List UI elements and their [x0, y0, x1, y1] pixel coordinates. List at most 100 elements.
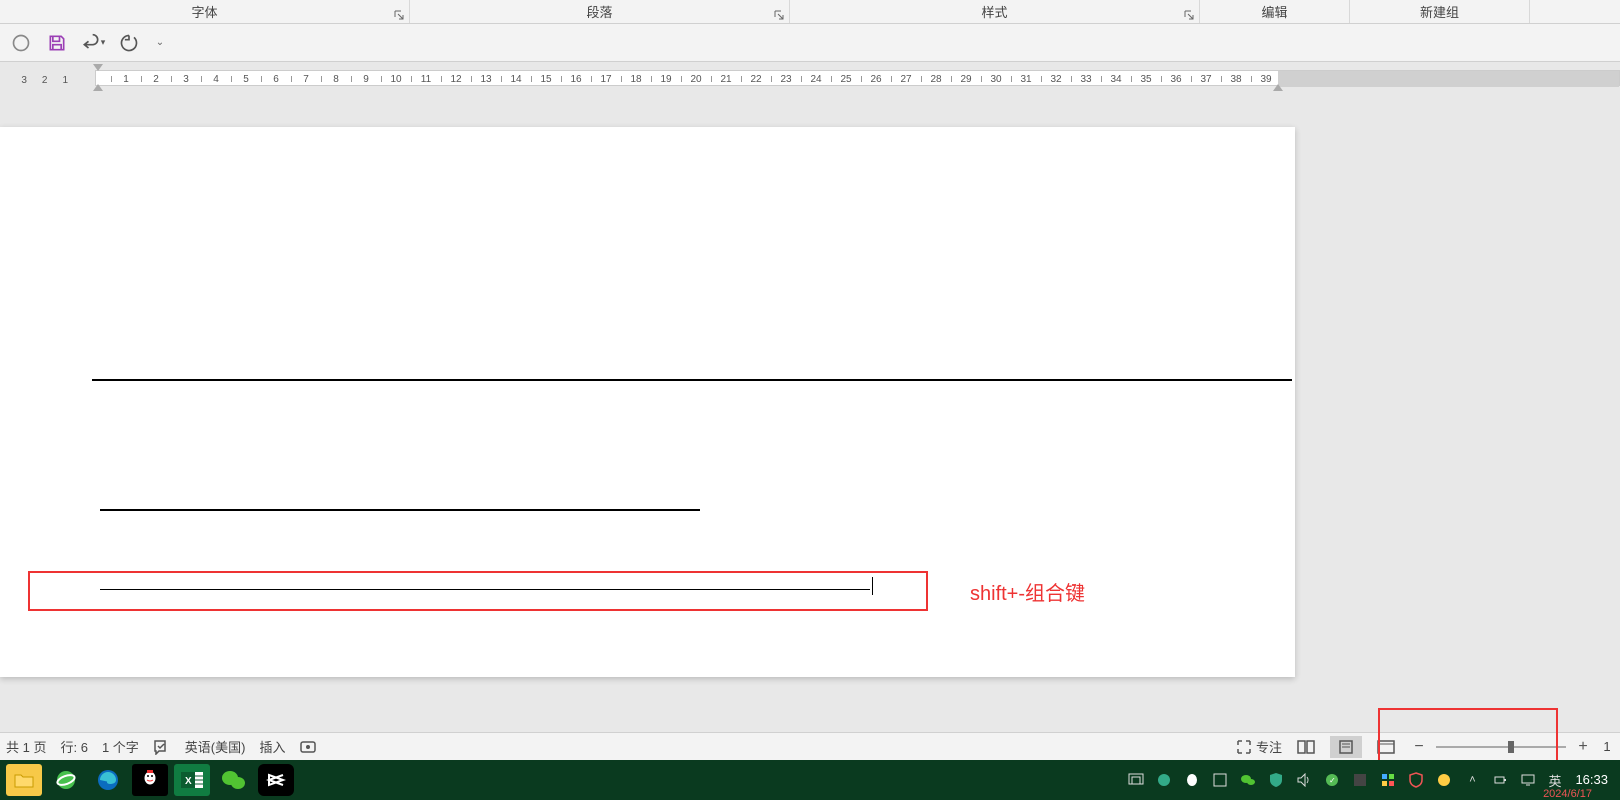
undo-icon	[81, 33, 101, 53]
tray-icon-1[interactable]	[1152, 768, 1176, 792]
ruler-tick: 4	[216, 71, 222, 87]
left-indent-marker[interactable]	[93, 84, 103, 91]
ruler-tick: 2	[156, 71, 162, 87]
tray-security-icon[interactable]	[1264, 768, 1288, 792]
ruler-inactive-region	[1278, 71, 1619, 87]
ruler-tick: 13	[486, 71, 497, 87]
annotation-highlight-box-zoom	[1378, 708, 1558, 768]
ruler-tick: 21	[726, 71, 737, 87]
tray-chevron-up-icon[interactable]: ˄	[1460, 768, 1484, 792]
tray-desktop-icon[interactable]	[1124, 768, 1148, 792]
ruler-tick: 36	[1176, 71, 1187, 87]
zoom-percent-label[interactable]: 1	[1600, 739, 1614, 754]
focus-mode-button[interactable]: 专注	[1236, 737, 1282, 756]
ruler-tick: 22	[756, 71, 767, 87]
excel-icon[interactable]: X	[174, 764, 210, 796]
ribbon-group-paragraph: 段落	[410, 0, 790, 23]
paragraph-dialog-launcher-icon[interactable]	[773, 9, 785, 21]
ruler-tick: 18	[636, 71, 647, 87]
svg-text:✓: ✓	[1329, 776, 1336, 785]
first-line-indent-marker[interactable]	[93, 64, 103, 71]
status-language[interactable]: 英语(美国)	[185, 737, 246, 756]
chevron-down-icon: ⌄	[156, 37, 164, 48]
ruler-tick: 14	[516, 71, 527, 87]
right-indent-marker[interactable]	[1273, 84, 1283, 91]
ruler-tick: 27	[906, 71, 917, 87]
tray-defender-icon[interactable]	[1404, 768, 1428, 792]
ruler-tick: 17	[606, 71, 617, 87]
status-line-number[interactable]: 行: 6	[60, 737, 87, 756]
qat-customize-button[interactable]: ⌄	[150, 28, 170, 58]
ruler-tick: 33	[1086, 71, 1097, 87]
ribbon-group-style: 样式	[790, 0, 1200, 23]
horizontal-rule-line	[92, 379, 1292, 381]
ribbon-group-label: 样式	[981, 2, 1007, 21]
wechat-icon[interactable]	[216, 764, 252, 796]
ruler-tick: 38	[1236, 71, 1247, 87]
svg-text:X: X	[185, 776, 192, 787]
ruler-tick: 30	[996, 71, 1007, 87]
ruler-tick: 10	[396, 71, 407, 87]
undo-button[interactable]: ▾	[78, 28, 108, 58]
ruler-tick: 8	[336, 71, 342, 87]
ruler-tick: 23	[786, 71, 797, 87]
ribbon-group-edit: 编辑	[1200, 0, 1350, 23]
tray-nvidia-icon[interactable]	[1348, 768, 1372, 792]
ruler-tick: 25	[846, 71, 857, 87]
print-layout-icon	[1336, 739, 1356, 755]
ruler-tick: 12	[456, 71, 467, 87]
tray-icon-2[interactable]	[1208, 768, 1232, 792]
redo-button[interactable]	[114, 28, 144, 58]
zoom-in-button[interactable]: +	[1574, 738, 1592, 756]
read-mode-icon	[1296, 739, 1316, 755]
print-layout-button[interactable]	[1330, 736, 1362, 758]
ribbon-group-newgroup: 新建组	[1350, 0, 1530, 23]
qq-icon[interactable]	[132, 764, 168, 796]
tray-network-icon[interactable]	[1516, 768, 1540, 792]
qat-unknown-button[interactable]	[6, 28, 36, 58]
tray-qq-icon[interactable]	[1180, 768, 1204, 792]
tray-power-icon[interactable]	[1488, 768, 1512, 792]
ruler-tick: 24	[816, 71, 827, 87]
document-area[interactable]: shift+-组合键	[0, 92, 1620, 732]
ruler-tick: 11	[426, 71, 436, 87]
windows-taskbar: X ✓ ˄ 英 16:33 2024/6/17	[0, 760, 1620, 800]
file-explorer-icon[interactable]	[6, 764, 42, 796]
horizontal-rule-line	[100, 509, 700, 511]
ie-icon[interactable]	[48, 764, 84, 796]
spellcheck-icon[interactable]	[153, 739, 171, 755]
status-insert-mode[interactable]: 插入	[259, 737, 285, 756]
ruler-tick: 15	[546, 71, 557, 87]
tray-volume-icon[interactable]	[1292, 768, 1316, 792]
ruler-tick: 26	[876, 71, 887, 87]
horizontal-ruler[interactable]: 3 2 1 1234567891011121314151617181920212…	[0, 62, 1620, 92]
tray-windows-security-icon[interactable]	[1376, 768, 1400, 792]
status-bar: 共 1 页 行: 6 1 个字 英语(美国) 插入 专注 − + 1	[0, 732, 1620, 760]
ribbon-group-label: 新建组	[1420, 2, 1459, 21]
tray-wechat-icon[interactable]	[1236, 768, 1260, 792]
document-page[interactable]: shift+-组合键	[0, 127, 1295, 677]
ribbon-group-font: 字体	[0, 0, 410, 23]
ruler-tick: 1	[126, 71, 132, 87]
ruler-tick: 32	[1056, 71, 1067, 87]
ruler-tick: 31	[1026, 71, 1037, 87]
ruler-tick: 5	[246, 71, 252, 87]
style-dialog-launcher-icon[interactable]	[1183, 9, 1195, 21]
save-icon	[47, 33, 67, 53]
ruler-tick: 37	[1206, 71, 1217, 87]
status-word-count[interactable]: 1 个字	[102, 737, 139, 756]
ruler-tick: 3	[186, 71, 192, 87]
save-button[interactable]	[42, 28, 72, 58]
status-page-count[interactable]: 共 1 页	[6, 737, 46, 756]
read-mode-button[interactable]	[1290, 736, 1322, 758]
ribbon-group-label: 段落	[586, 2, 612, 21]
macro-record-icon[interactable]	[299, 739, 317, 755]
ruler-neg-tick: 1	[62, 70, 68, 90]
taskbar-date: 2024/6/17	[1543, 788, 1592, 800]
tray-icon-3[interactable]: ✓	[1320, 768, 1344, 792]
taskbar-clock[interactable]: 16:33	[1569, 773, 1614, 787]
tray-icon-4[interactable]	[1432, 768, 1456, 792]
capcut-icon[interactable]	[258, 764, 294, 796]
edge-icon[interactable]	[90, 764, 126, 796]
font-dialog-launcher-icon[interactable]	[393, 9, 405, 21]
